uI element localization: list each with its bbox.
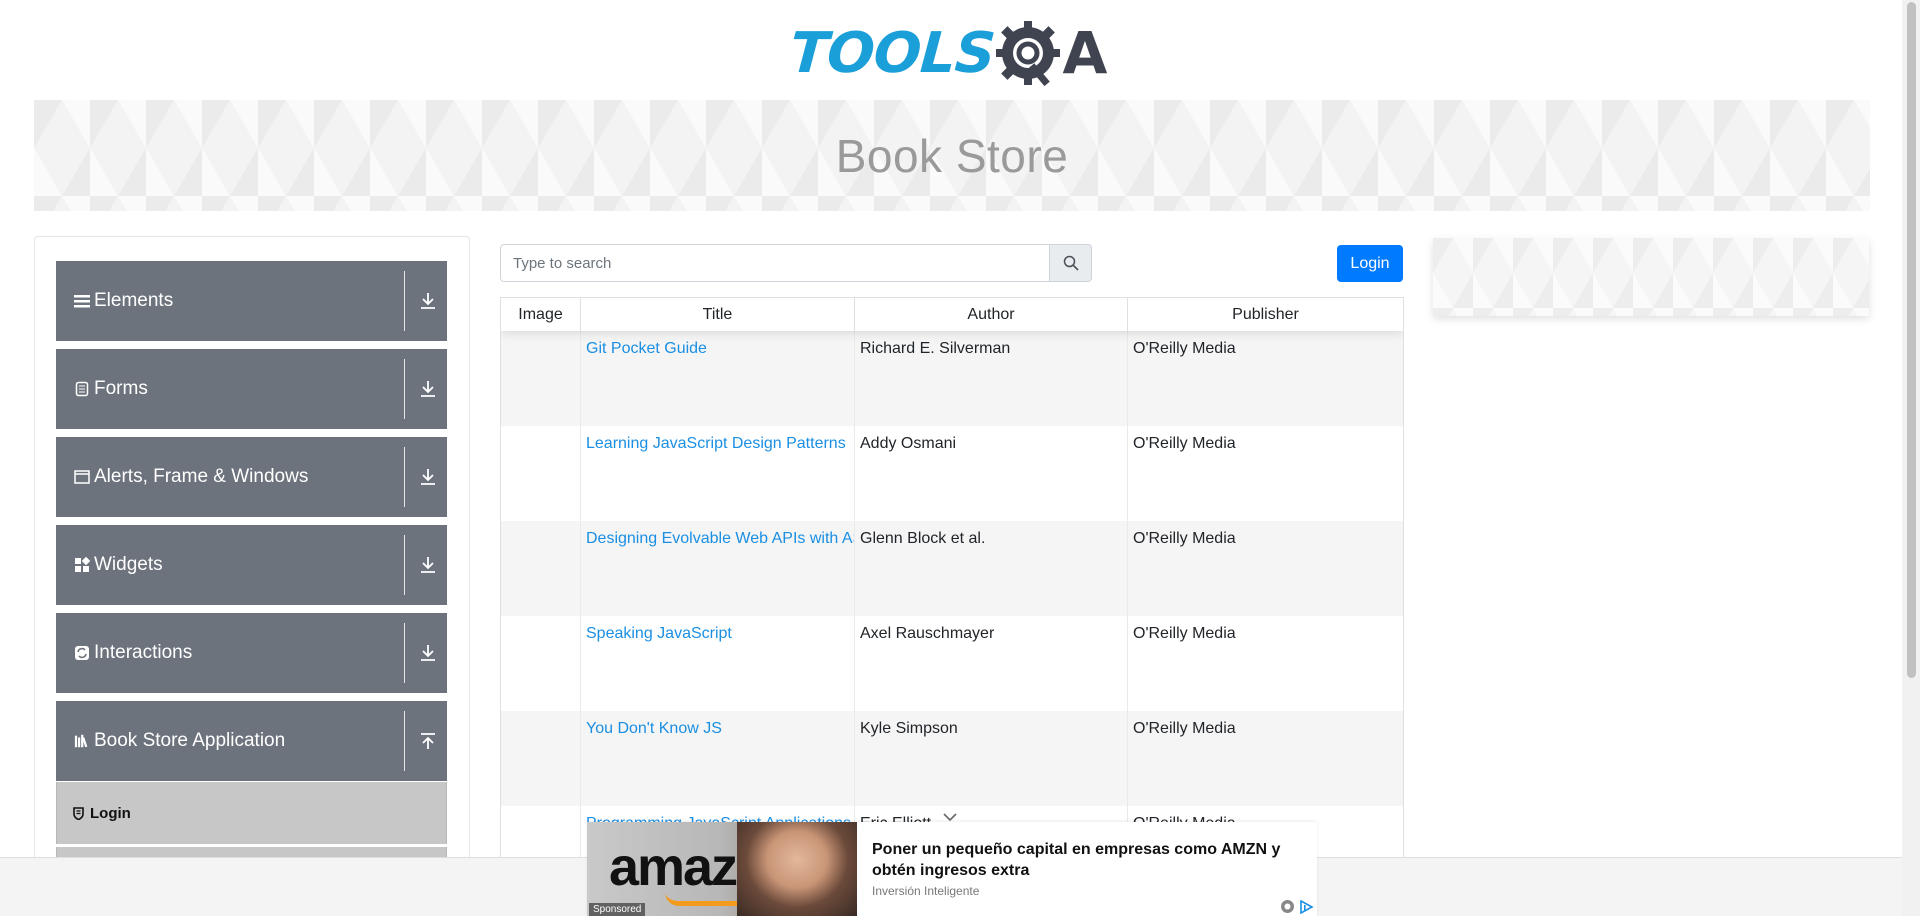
author-cell: Glenn Block et al. xyxy=(855,521,1128,616)
side-ad-panel[interactable] xyxy=(1433,238,1869,316)
book-title-link[interactable]: You Don't Know JS xyxy=(586,720,722,737)
shield-icon xyxy=(73,806,84,820)
expand-down-icon[interactable] xyxy=(417,642,439,664)
ad-photo xyxy=(737,822,857,916)
page-title: Book Store xyxy=(835,129,1069,182)
column-header-author[interactable]: Author xyxy=(855,298,1128,331)
sidebar-group-label: Alerts, Frame & Windows xyxy=(94,466,309,487)
sidebar-group-interactions[interactable]: Interactions xyxy=(56,613,447,693)
interaction-icon xyxy=(74,645,90,661)
toolsqa-logo[interactable]: TOOLS A xyxy=(787,14,1108,92)
divider xyxy=(404,447,405,507)
publisher-cell: O'Reilly Media xyxy=(1133,720,1236,737)
sidebar-group-forms[interactable]: Forms xyxy=(56,349,447,429)
sidebar-group-label: Widgets xyxy=(94,554,163,575)
expand-down-icon[interactable] xyxy=(417,554,439,576)
login-button[interactable]: Login xyxy=(1337,245,1403,282)
title-cell: Designing Evolvable Web APIs with ASP.NE… xyxy=(581,521,855,616)
table-row: Git Pocket Guide Richard E. Silverman O'… xyxy=(501,331,1403,426)
collapse-up-icon[interactable] xyxy=(417,730,439,752)
search-button[interactable] xyxy=(1050,244,1092,282)
sidebar: Elements Forms Alerts, Frame & Windows W… xyxy=(34,236,470,916)
title-cell: Learning JavaScript Design Patterns xyxy=(581,426,855,521)
divider xyxy=(404,359,405,419)
publisher-cell: O'Reilly Media xyxy=(1133,625,1236,642)
ad-settings-icon[interactable] xyxy=(1280,899,1295,914)
sidebar-group-label: Elements xyxy=(94,290,174,311)
book-title-link[interactable]: Designing Evolvable Web APIs with ASP.NE… xyxy=(586,530,854,547)
table-row: You Don't Know JS Kyle Simpson O'Reilly … xyxy=(501,711,1403,806)
book-title-link[interactable]: Git Pocket Guide xyxy=(586,340,707,357)
gear-icon xyxy=(996,19,1064,87)
hamburger-icon xyxy=(74,293,90,309)
table-header: Image Title Author Publisher xyxy=(501,298,1403,331)
sidebar-group-label: Book Store Application xyxy=(94,730,286,751)
ad-badges xyxy=(1280,899,1315,914)
books-icon xyxy=(74,733,90,749)
author-cell: Kyle Simpson xyxy=(855,711,1128,806)
book-image-cell xyxy=(501,711,581,806)
book-title-link[interactable]: Learning JavaScript Design Patterns xyxy=(586,435,846,452)
book-image-cell xyxy=(501,616,581,711)
search-box xyxy=(500,244,1092,282)
table-row: Designing Evolvable Web APIs with ASP.NE… xyxy=(501,521,1403,616)
table-row: Learning JavaScript Design Patterns Addy… xyxy=(501,426,1403,521)
logo-a-text: A xyxy=(1062,19,1108,87)
column-header-publisher[interactable]: Publisher xyxy=(1128,298,1403,331)
sidebar-group-elements[interactable]: Elements xyxy=(56,261,447,341)
column-header-image[interactable]: Image xyxy=(501,298,581,331)
book-image-cell xyxy=(501,426,581,521)
logo-tools-text: TOOLS xyxy=(787,20,997,86)
sidebar-group-book-store[interactable]: Book Store Application xyxy=(56,701,447,781)
author-cell: Richard E. Silverman xyxy=(855,331,1128,426)
publisher-cell: O'Reilly Media xyxy=(1133,530,1236,547)
search-input[interactable] xyxy=(500,244,1050,282)
sidebar-group-label: Interactions xyxy=(94,642,193,663)
expand-down-icon[interactable] xyxy=(417,290,439,312)
scrollbar-thumb[interactable] xyxy=(1907,2,1916,678)
search-icon xyxy=(1063,255,1079,271)
widget-icon xyxy=(74,557,90,573)
divider xyxy=(404,623,405,683)
title-cell: Speaking JavaScript xyxy=(581,616,855,711)
ad-image: amaz Sponsored xyxy=(587,822,857,916)
sidebar-item-login[interactable]: Login xyxy=(56,782,447,844)
divider xyxy=(404,711,405,771)
book-image-cell xyxy=(501,521,581,616)
page-scrollbar[interactable] xyxy=(1902,0,1920,916)
author-cell: Addy Osmani xyxy=(855,426,1128,521)
chevron-down-icon[interactable] xyxy=(940,810,960,822)
divider xyxy=(404,535,405,595)
title-cell: Git Pocket Guide xyxy=(581,331,855,426)
sidebar-group-widgets[interactable]: Widgets xyxy=(56,525,447,605)
page: TOOLS A Book Store Elements Forms Alerts… xyxy=(0,0,1920,916)
adchoices-icon[interactable] xyxy=(1299,899,1315,914)
book-title-link[interactable]: Speaking JavaScript xyxy=(586,625,732,642)
publisher-cell: O'Reilly Media xyxy=(1133,340,1236,357)
form-icon xyxy=(74,381,90,397)
ad-source: Inversión Inteligente xyxy=(872,884,980,898)
expand-down-icon[interactable] xyxy=(417,466,439,488)
page-banner: Book Store xyxy=(34,100,1870,211)
expand-down-icon[interactable] xyxy=(417,378,439,400)
column-header-title[interactable]: Title xyxy=(581,298,855,331)
author-cell: Axel Rauschmayer xyxy=(855,616,1128,711)
divider xyxy=(404,271,405,331)
sidebar-group-alerts[interactable]: Alerts, Frame & Windows xyxy=(56,437,447,517)
window-icon xyxy=(74,469,90,485)
sidebar-item-label: Login xyxy=(90,804,131,822)
title-cell: You Don't Know JS xyxy=(581,711,855,806)
table-row: Speaking JavaScript Axel Rauschmayer O'R… xyxy=(501,616,1403,711)
sponsored-label: Sponsored xyxy=(589,903,646,916)
publisher-cell: O'Reilly Media xyxy=(1133,435,1236,452)
book-image-cell xyxy=(501,331,581,426)
ad-headline[interactable]: Poner un pequeño capital en empresas com… xyxy=(872,839,1302,881)
sponsored-ad[interactable]: amaz Sponsored Poner un pequeño capital … xyxy=(587,822,1317,916)
sidebar-group-label: Forms xyxy=(94,378,148,399)
ad-image-text: amaz xyxy=(609,837,738,897)
book-store-menu: Login xyxy=(56,782,447,867)
